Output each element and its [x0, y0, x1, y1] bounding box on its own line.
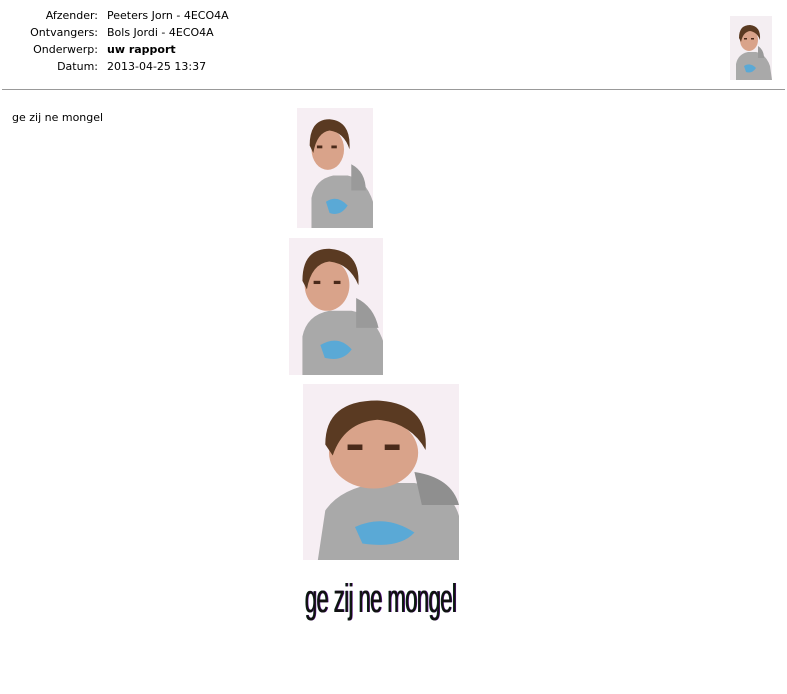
attached-photo-1[interactable] — [297, 108, 373, 228]
recipients-label: Ontvangers: — [30, 26, 98, 39]
person-photo-icon — [297, 108, 373, 228]
recipients-value[interactable]: Bols Jordi - 4ECO4A — [107, 24, 214, 41]
date-label: Datum: — [57, 60, 98, 73]
sender-avatar[interactable] — [730, 16, 772, 80]
message-header: Afzender: Peeters Jorn - 4ECO4A Ontvange… — [0, 0, 787, 90]
person-photo-icon — [303, 384, 459, 560]
attached-photo-3[interactable] — [303, 384, 459, 560]
subject-value: uw rapport — [107, 43, 176, 56]
subject-label: Onderwerp: — [33, 43, 98, 56]
date-value: 2013-04-25 13:37 — [107, 60, 207, 73]
sender-label: Afzender: — [45, 9, 98, 22]
person-photo-icon — [730, 16, 772, 80]
image-caption: ge zij ne mongel — [305, 577, 457, 621]
header-divider — [2, 89, 785, 90]
sender-value[interactable]: Peeters Jorn - 4ECO4A — [107, 7, 229, 24]
attached-photo-2[interactable] — [289, 238, 383, 375]
person-photo-icon — [289, 238, 383, 375]
message-body-text: ge zij ne mongel — [12, 111, 104, 124]
